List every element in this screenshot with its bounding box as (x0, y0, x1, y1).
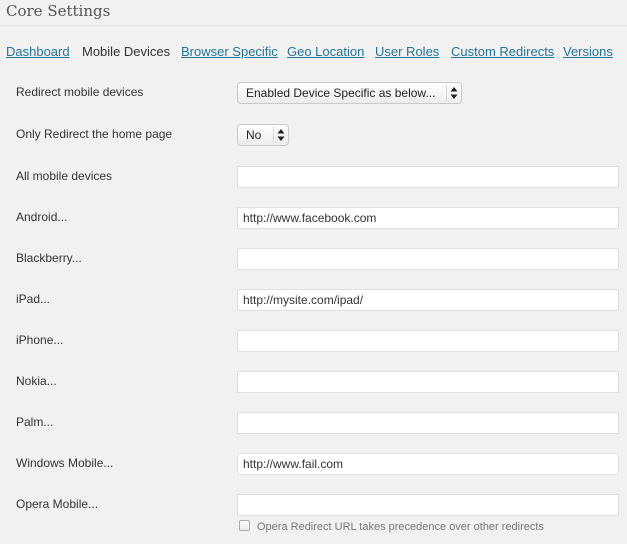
tab-mobile-devices[interactable]: Mobile Devices (82, 44, 170, 60)
device-label-android: Android... (16, 210, 68, 224)
select-arrows-icon (446, 85, 461, 101)
redirect-mode-value: Enabled Device Specific as below... (246, 86, 436, 100)
opera-precedence-checkbox[interactable] (239, 520, 250, 531)
select-arrows-icon (273, 127, 288, 143)
palm-url-input[interactable] (237, 412, 619, 434)
ipad-url-input[interactable] (237, 289, 619, 311)
home-only-label: Only Redirect the home page (16, 127, 173, 141)
redirect-mobile-label: Redirect mobile devices (16, 85, 144, 99)
tab-custom-redirects[interactable]: Custom Redirects (451, 44, 554, 60)
tab-browser-specific[interactable]: Browser Specific (181, 44, 278, 60)
device-label-palm: Palm... (16, 415, 54, 429)
device-label-opera-mobile: Opera Mobile... (16, 497, 99, 511)
tab-user-roles[interactable]: User Roles (375, 44, 439, 60)
device-label-windows-mobile: Windows Mobile... (16, 456, 114, 470)
device-label-all: All mobile devices (16, 169, 113, 183)
tab-versions[interactable]: Versions (563, 44, 613, 60)
device-label-blackberry: Blackberry... (16, 251, 82, 265)
tab-dashboard[interactable]: Dashboard (6, 44, 70, 60)
windows-mobile-url-input[interactable] (237, 453, 619, 475)
all-devices-url-input[interactable] (237, 166, 619, 188)
page-title: Core Settings (6, 2, 111, 20)
opera-precedence-label: Opera Redirect URL takes precedence over… (257, 521, 544, 533)
settings-tabs: Dashboard Mobile Devices Browser Specifi… (0, 44, 627, 64)
blackberry-url-input[interactable] (237, 248, 619, 270)
page-header: Core Settings (0, 0, 627, 26)
nokia-url-input[interactable] (237, 371, 619, 393)
redirect-mode-select[interactable]: Enabled Device Specific as below... (237, 82, 462, 104)
android-url-input[interactable] (237, 207, 619, 229)
device-label-nokia: Nokia... (16, 374, 57, 388)
home-only-value: No (246, 128, 262, 142)
iphone-url-input[interactable] (237, 330, 619, 352)
tab-geo-location[interactable]: Geo Location (287, 44, 364, 60)
opera-mobile-url-input[interactable] (237, 494, 619, 516)
device-label-iphone: iPhone... (16, 333, 64, 347)
home-only-select[interactable]: No (237, 124, 289, 146)
device-label-ipad: iPad... (16, 292, 51, 306)
